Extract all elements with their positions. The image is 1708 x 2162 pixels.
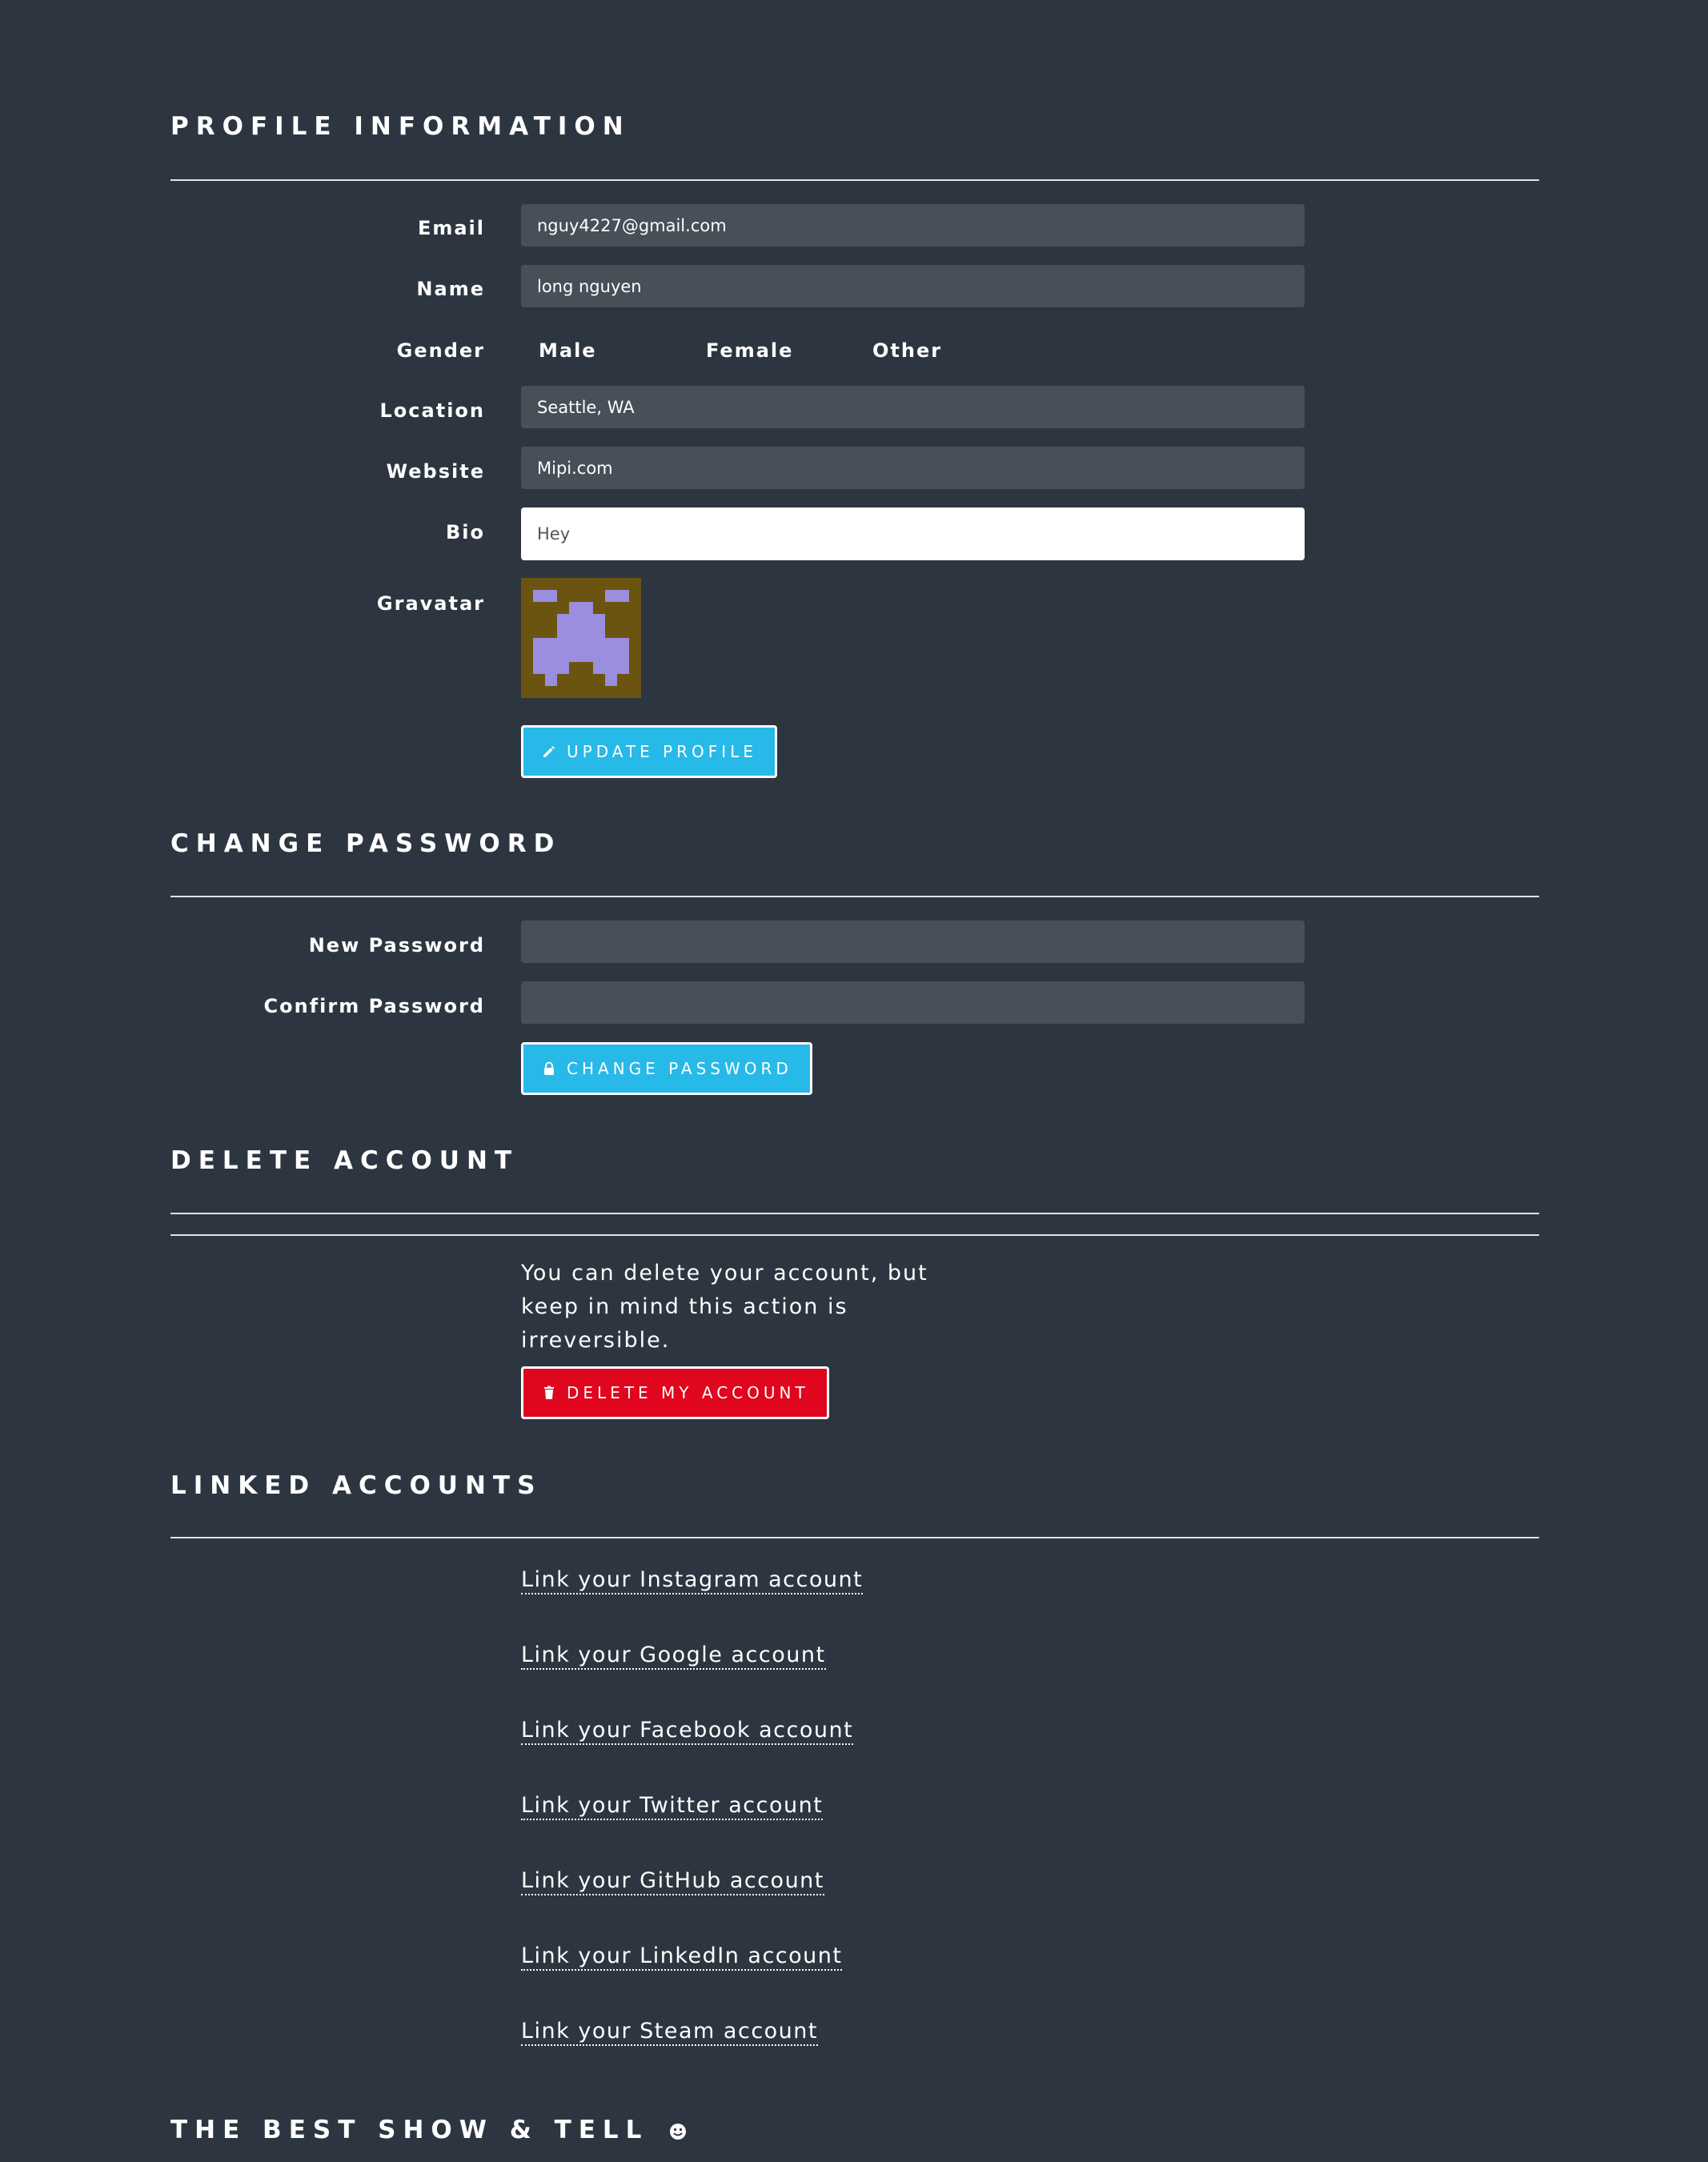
gender-option-female[interactable]: Female (706, 341, 793, 360)
delete-warning-text: You can delete your account, but keep in… (521, 1261, 928, 1353)
lock-icon (541, 1061, 557, 1077)
delete-account-button[interactable]: DELETE MY ACCOUNT (521, 1366, 829, 1419)
location-field[interactable]: Seattle, WA (521, 386, 1305, 428)
linked-divider (170, 1537, 1539, 1538)
gravatar-avatar (521, 578, 641, 698)
confirm-password-field[interactable] (521, 981, 1305, 1024)
password-divider (170, 896, 1539, 897)
gender-option-male[interactable]: Male (539, 341, 597, 360)
gender-label: Gender (396, 339, 485, 362)
delete-divider-top (170, 1213, 1539, 1214)
update-profile-button[interactable]: UPDATE PROFILE (521, 725, 777, 778)
new-password-field[interactable] (521, 921, 1305, 963)
gravatar-label: Gravatar (376, 592, 485, 615)
footer-title: THE BEST SHOW & TELL (170, 2118, 687, 2143)
link-steam[interactable]: Link your Steam account (521, 2020, 818, 2046)
delete-divider-bottom (170, 1234, 1539, 1236)
linked-section-title: LINKED ACCOUNTS (170, 1471, 543, 1500)
email-field[interactable]: nguy4227@gmail.com (521, 204, 1305, 247)
link-google[interactable]: Link your Google account (521, 1644, 826, 1670)
change-password-button[interactable]: CHANGE PASSWORD (521, 1042, 812, 1095)
email-label: Email (417, 217, 485, 239)
gender-option-other[interactable]: Other (872, 341, 942, 360)
link-linkedin[interactable]: Link your LinkedIn account (521, 1945, 843, 1971)
delete-section-title: DELETE ACCOUNT (170, 1146, 519, 1175)
bio-field[interactable]: Hey (521, 507, 1305, 560)
name-field[interactable]: long nguyen (521, 265, 1305, 307)
profile-section-title: PROFILE INFORMATION (170, 112, 631, 141)
change-password-label: CHANGE PASSWORD (567, 1059, 792, 1078)
trash-icon (541, 1385, 557, 1401)
link-facebook[interactable]: Link your Facebook account (521, 1719, 854, 1745)
smiley-icon (669, 2123, 687, 2140)
delete-account-label: DELETE MY ACCOUNT (567, 1383, 809, 1402)
name-label: Name (416, 278, 485, 300)
website-field[interactable]: Mipi.com (521, 447, 1305, 489)
password-section-title: CHANGE PASSWORD (170, 829, 562, 858)
website-label: Website (386, 460, 485, 483)
link-instagram[interactable]: Link your Instagram account (521, 1569, 864, 1594)
confirm-password-label: Confirm Password (263, 995, 485, 1017)
new-password-label: New Password (308, 934, 485, 957)
footer-title-text: THE BEST SHOW & TELL (170, 2116, 649, 2144)
profile-divider (170, 179, 1539, 181)
link-twitter[interactable]: Link your Twitter account (521, 1795, 824, 1820)
link-github[interactable]: Link your GitHub account (521, 1870, 824, 1895)
bio-label: Bio (445, 521, 485, 544)
location-label: Location (379, 399, 485, 422)
update-profile-label: UPDATE PROFILE (567, 742, 757, 761)
pencil-icon (541, 744, 557, 760)
